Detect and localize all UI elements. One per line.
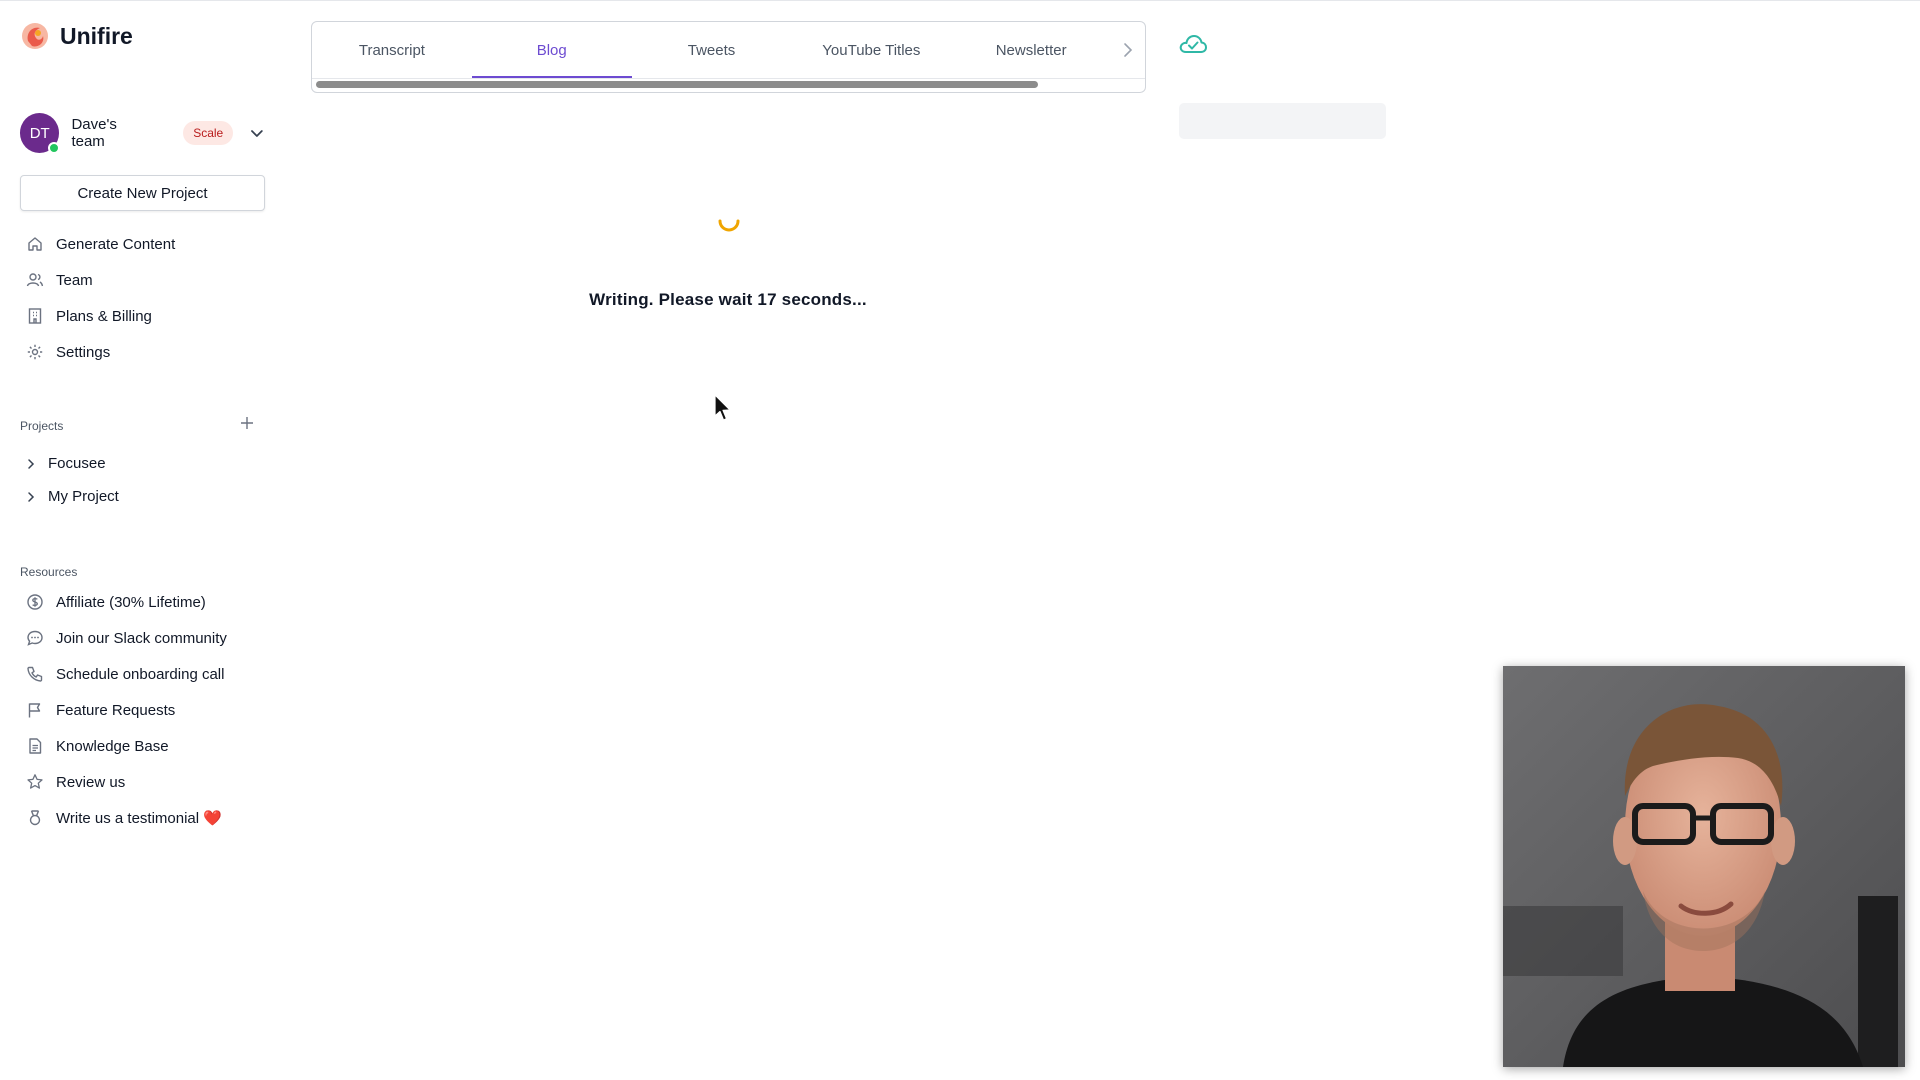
create-new-project-button[interactable]: Create New Project — [20, 175, 265, 211]
resource-item-feature-requests[interactable]: Feature Requests — [20, 692, 270, 728]
nav-item-generate-content[interactable]: Generate Content — [20, 226, 270, 262]
chevron-right-icon[interactable] — [24, 457, 38, 471]
dollar-circle-icon — [26, 593, 44, 611]
avatar-initials: DT — [29, 124, 50, 142]
disabled-action-button[interactable] — [1179, 103, 1386, 139]
chevron-right-icon — [1124, 43, 1133, 57]
content-tabs: Transcript Blog Tweets YouTube Titles Ne… — [311, 21, 1146, 93]
tabs-scroll-right-button[interactable] — [1111, 22, 1145, 78]
tab-list: Transcript Blog Tweets YouTube Titles Ne… — [312, 22, 1145, 78]
nav-item-label: Settings — [56, 343, 111, 361]
resource-label: Write us a testimonial ❤️ — [56, 810, 222, 827]
medal-icon — [26, 809, 44, 827]
nav-item-label: Team — [56, 271, 93, 289]
app-name: Unifire — [60, 22, 133, 49]
tab-blog[interactable]: Blog — [471, 22, 632, 78]
resource-label: Knowledge Base — [56, 737, 169, 755]
chevron-right-icon[interactable] — [24, 490, 38, 504]
team-name: Dave's team — [71, 116, 117, 150]
nav-item-label: Plans & Billing — [56, 307, 152, 325]
tab-tweets[interactable]: Tweets — [632, 22, 792, 78]
sidebar: Unifire DT Dave's team Scale Create New … — [0, 1, 285, 1080]
resource-item-affiliate[interactable]: Affiliate (30% Lifetime) — [20, 584, 270, 620]
webcam-video-overlay — [1503, 666, 1905, 1067]
building-icon — [26, 307, 44, 325]
home-icon — [26, 235, 44, 253]
loading-status-text: Writing. Please wait 17 seconds... — [589, 290, 867, 309]
flag-icon — [26, 701, 44, 719]
projects-list: Focusee My Project — [20, 447, 119, 513]
unifire-logo-icon — [22, 23, 48, 49]
project-item-focusee[interactable]: Focusee — [20, 447, 119, 480]
resources-section-label: Resources — [20, 565, 78, 579]
resource-label: Schedule onboarding call — [56, 665, 225, 683]
online-status-dot — [48, 142, 61, 154]
project-item-my-project[interactable]: My Project — [20, 480, 119, 513]
star-icon — [26, 773, 44, 791]
tabs-scrollbar-thumb[interactable] — [316, 81, 1038, 88]
project-label: Focusee — [48, 455, 106, 472]
nav-item-label: Generate Content — [56, 235, 176, 253]
resource-label: Feature Requests — [56, 701, 176, 719]
loading-spinner-icon — [718, 219, 740, 232]
app-window: Unifire DT Dave's team Scale Create New … — [0, 0, 1920, 1080]
add-project-plus-icon[interactable] — [238, 414, 256, 432]
resource-label: Affiliate (30% Lifetime) — [56, 593, 206, 611]
chevron-down-icon[interactable] — [249, 125, 265, 141]
resource-item-knowledge-base[interactable]: Knowledge Base — [20, 728, 270, 764]
nav-item-plans-billing[interactable]: Plans & Billing — [20, 298, 270, 334]
tab-transcript[interactable]: Transcript — [312, 22, 472, 78]
project-label: My Project — [48, 488, 119, 505]
brand[interactable]: Unifire — [20, 21, 133, 51]
nav-item-settings[interactable]: Settings — [20, 334, 270, 370]
cloud-saved-icon — [1179, 35, 1207, 53]
phone-icon — [26, 665, 44, 683]
avatar: DT — [20, 113, 61, 154]
tab-newsletter[interactable]: Newsletter — [951, 22, 1111, 78]
mouse-cursor-icon — [714, 394, 731, 421]
document-icon — [26, 737, 44, 755]
gear-icon — [26, 343, 44, 361]
tabs-scrollbar[interactable] — [316, 79, 1141, 89]
plan-badge: Scale — [183, 121, 234, 145]
projects-section-label: Projects — [20, 419, 64, 433]
resource-item-review-us[interactable]: Review us — [20, 764, 270, 800]
chat-bubble-icon — [26, 629, 44, 647]
resource-label: Review us — [56, 773, 126, 791]
presenter-video-image — [1503, 666, 1905, 1067]
main-nav: Generate Content Team Plans & Billing Se… — [20, 226, 270, 370]
resource-item-slack[interactable]: Join our Slack community — [20, 620, 270, 656]
resource-item-onboarding-call[interactable]: Schedule onboarding call — [20, 656, 270, 692]
users-icon — [26, 271, 44, 289]
resources-nav: Affiliate (30% Lifetime) Join our Slack … — [20, 584, 270, 836]
tab-youtube-titles[interactable]: YouTube Titles — [791, 22, 951, 78]
team-switcher[interactable]: DT Dave's team Scale — [20, 112, 265, 154]
resource-label: Join our Slack community — [56, 629, 227, 647]
nav-item-team[interactable]: Team — [20, 262, 270, 298]
resource-item-testimonial[interactable]: Write us a testimonial ❤️ — [20, 800, 270, 836]
